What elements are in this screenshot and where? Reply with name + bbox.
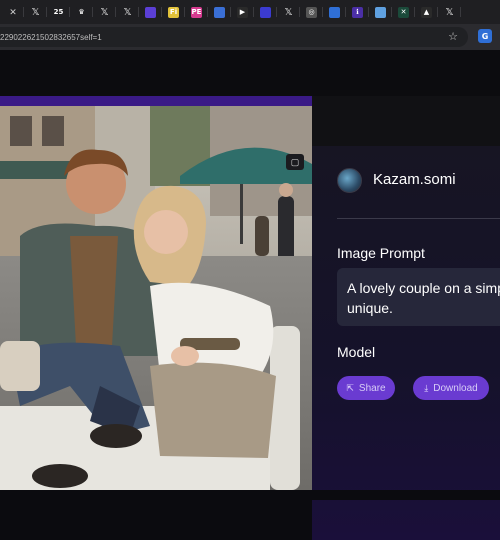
share-button-label: Share xyxy=(358,382,386,394)
image-header-bar xyxy=(0,96,312,106)
swirl-icon xyxy=(214,6,225,18)
orbit-icon xyxy=(260,6,271,18)
share-icon: ⇱ xyxy=(346,382,354,393)
purple-app-icon: ℹ xyxy=(352,6,363,18)
divider xyxy=(337,218,500,219)
image-prompt-label: Image Prompt xyxy=(337,245,425,261)
number-25-icon: 25 xyxy=(53,6,64,18)
extension-icon[interactable]: G xyxy=(478,29,492,43)
browser-tab[interactable]: ♛ xyxy=(70,0,93,24)
url-field[interactable]: 229022621502832657self=1 ☆ xyxy=(0,27,468,47)
browser-tab[interactable] xyxy=(369,0,392,24)
generated-image[interactable] xyxy=(0,106,312,490)
url-text: 229022621502832657self=1 xyxy=(0,32,102,42)
browser-tab[interactable] xyxy=(254,0,277,24)
download-button-label: Download xyxy=(433,382,478,394)
browser-tab[interactable] xyxy=(323,0,346,24)
browser-tab[interactable]: Fi xyxy=(162,0,185,24)
close-tab-icon[interactable]: ✕ xyxy=(9,7,17,18)
browser-tab-strip: ✕ 𝕏 25 ♛ 𝕏 𝕏 Fi PE ▶ 𝕏 ◎ ℹ ✕ ▲ 𝕏 xyxy=(0,0,500,24)
page: ▢ Kazam.somi Image Prompt A lovely coupl… xyxy=(0,50,500,540)
x-icon: 𝕏 xyxy=(31,6,40,18)
prompt-text-line-1: A lovely couple on a simp xyxy=(347,280,500,296)
globe-icon: ◎ xyxy=(306,6,317,18)
share-button[interactable]: ⇱ Share xyxy=(337,376,395,400)
prompt-text-line-2: unique. xyxy=(347,300,393,316)
model-label: Model xyxy=(337,344,376,360)
browser-tab[interactable]: 𝕏 xyxy=(438,0,461,24)
browser-tab[interactable]: ◎ xyxy=(300,0,323,24)
browser-tab[interactable]: PE xyxy=(185,0,208,24)
image-tab-icon xyxy=(375,6,386,18)
blue-app-icon xyxy=(329,6,340,18)
browser-tab[interactable]: ✕ xyxy=(392,0,415,24)
browser-tab[interactable] xyxy=(139,0,162,24)
browser-tab[interactable]: 𝕏 xyxy=(93,0,116,24)
prompt-text-box: A lovely couple on a simp unique. xyxy=(337,268,500,326)
browser-tab[interactable] xyxy=(208,0,231,24)
username[interactable]: Kazam.somi xyxy=(373,171,456,188)
circle-logo-icon xyxy=(145,6,156,18)
image-options-icon[interactable]: ▢ xyxy=(286,154,304,170)
browser-tab[interactable]: ✕ xyxy=(0,0,24,24)
download-icon: ⤓ xyxy=(424,382,429,393)
browser-tab[interactable]: 𝕏 xyxy=(24,0,47,24)
crown-icon: ♛ xyxy=(76,6,87,18)
browser-tab[interactable]: ▲ xyxy=(415,0,438,24)
avatar[interactable] xyxy=(337,168,362,193)
photo-illustration xyxy=(0,106,312,490)
bookmark-star-icon[interactable]: ☆ xyxy=(448,30,458,43)
site-top-nav xyxy=(0,50,500,96)
bottom-strip xyxy=(0,490,500,500)
browser-tab[interactable]: 𝕏 xyxy=(277,0,300,24)
fi-icon: Fi xyxy=(168,6,179,18)
browser-tab[interactable]: ▶ xyxy=(231,0,254,24)
x-icon: 𝕏 xyxy=(284,6,293,18)
ai-icon: ▶ xyxy=(237,6,248,18)
green-x-icon: ✕ xyxy=(398,6,409,18)
browser-tab[interactable]: 𝕏 xyxy=(116,0,139,24)
details-panel: Kazam.somi Image Prompt A lovely couple … xyxy=(312,146,500,540)
x-icon: 𝕏 xyxy=(445,6,454,18)
x-icon: 𝕏 xyxy=(123,6,132,18)
triangle-icon: ▲ xyxy=(421,6,432,18)
download-button[interactable]: ⤓ Download xyxy=(413,376,489,400)
address-bar: 229022621502832657self=1 ☆ xyxy=(0,24,500,50)
browser-tab[interactable]: ℹ xyxy=(346,0,369,24)
x-icon: 𝕏 xyxy=(100,6,109,18)
browser-tab[interactable]: 25 xyxy=(47,0,70,24)
pe-icon: PE xyxy=(191,6,202,18)
